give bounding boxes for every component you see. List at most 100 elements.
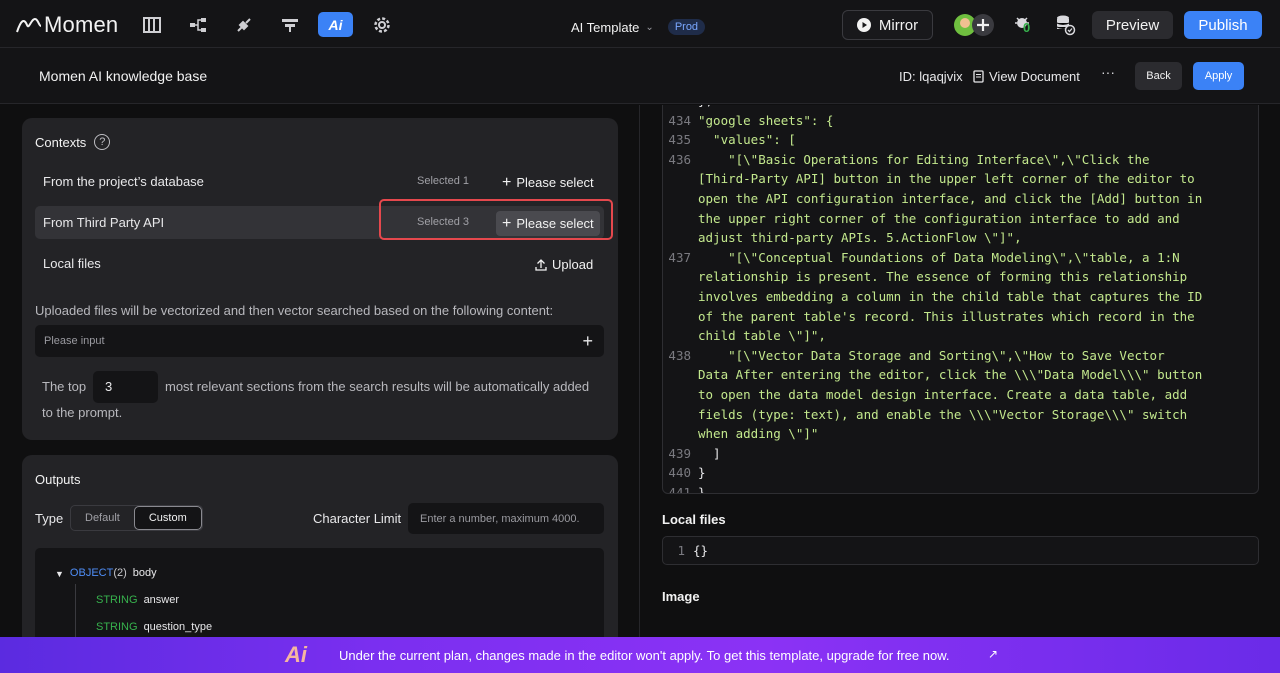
code-text: "[\"Vector Data Storage and Sorting\",\"… — [698, 347, 1165, 363]
image-title: Image — [662, 589, 700, 604]
upload-icon — [535, 258, 547, 271]
line-number: 440 — [668, 465, 691, 481]
code-text: [Third-Party API] button in the upper le… — [698, 171, 1195, 187]
context-label: Local files — [43, 256, 101, 271]
code-text: fields (type: text), and enable the \\\"… — [698, 406, 1188, 422]
notification-count: 0 — [1023, 20, 1031, 35]
data-model-icon[interactable] — [180, 12, 215, 37]
node-name: body — [132, 567, 157, 579]
input-placeholder: Please input — [44, 335, 105, 347]
topn-suffix: most relevant sections from the search r… — [165, 379, 590, 394]
play-icon — [856, 18, 871, 32]
code-text: open the API configuration interface, an… — [698, 191, 1203, 206]
context-row-database: From the project’s database Selected 1 +… — [35, 165, 604, 198]
code-text: ] — [698, 445, 721, 461]
momen-logo[interactable]: Momen — [16, 12, 118, 38]
local-files-editor[interactable]: 1 {} — [662, 536, 1259, 565]
template-id: ID: lqaqjvix — [899, 69, 963, 84]
mirror-label: Mirror — [878, 16, 919, 34]
code-text: of the parent table's record. This illus… — [698, 308, 1195, 324]
contexts-title-text: Contexts — [35, 134, 87, 150]
type-option-default[interactable]: Default — [71, 506, 134, 530]
node-name: question_type — [143, 621, 213, 633]
upload-button[interactable]: Upload — [529, 252, 599, 277]
view-document-link[interactable]: View Document — [973, 69, 1080, 84]
vector-hint: Uploaded files will be vectorized and th… — [35, 303, 554, 318]
line-number: 437 — [668, 249, 691, 265]
selected-count: Selected 1 — [417, 175, 469, 187]
pages-icon[interactable] — [134, 12, 169, 37]
line-number: 434 — [668, 112, 691, 128]
topn-prefix: The top — [42, 379, 87, 394]
collaborators[interactable] — [953, 13, 995, 37]
line-number: 439 — [668, 445, 691, 461]
code-text: when adding \"]" — [698, 426, 819, 442]
line-number: 436 — [668, 151, 691, 167]
code-text: "[\"Basic Operations for Editing Interfa… — [698, 151, 1150, 167]
tree-node[interactable]: STRING question_type — [96, 621, 212, 633]
line-number: 435 — [668, 132, 691, 148]
config-panel[interactable]: Contexts ? From the project’s database S… — [0, 105, 640, 637]
context-json-editor[interactable]: }, 434 "google sheets": {435 "values": [43… — [662, 105, 1259, 494]
plus-icon: + — [502, 173, 512, 191]
top-bar: Momen Ai AI Template ⌄ Prod Mirror 0 Pre… — [0, 0, 1280, 48]
please-select-label: Please select — [516, 175, 594, 190]
page-title: Momen AI knowledge base — [39, 68, 208, 84]
node-name: answer — [143, 594, 180, 606]
tree-node[interactable]: STRING answer — [96, 594, 179, 606]
code-text: involves embedding a column in the child… — [698, 289, 1203, 304]
actionflow-icon[interactable] — [272, 12, 307, 37]
char-limit-label: Character Limit — [313, 511, 402, 526]
preview-panel[interactable]: }, 434 "google sheets": {435 "values": [43… — [641, 105, 1280, 637]
view-document-label: View Document — [989, 69, 1080, 84]
local-files-title: Local files — [662, 512, 726, 527]
editor-nav: Ai — [134, 12, 399, 37]
search-content-input[interactable]: Please input + — [35, 325, 604, 357]
code-text: child table \"]", — [698, 328, 826, 344]
tree-guide-line — [75, 584, 76, 637]
apply-button[interactable]: Apply — [1193, 62, 1244, 90]
topn-suffix-2: to the prompt. — [42, 405, 123, 420]
publish-button[interactable]: Publish — [1184, 11, 1262, 39]
debug-bug-icon[interactable]: 0 — [1013, 14, 1035, 36]
type-option-custom[interactable]: Custom — [133, 506, 202, 530]
template-selector[interactable]: AI Template ⌄ Prod — [571, 19, 706, 35]
database-status-icon[interactable] — [1054, 14, 1076, 36]
code-text: } — [698, 465, 706, 481]
local-files-value: {} — [693, 543, 709, 558]
settings-gear-icon[interactable] — [364, 12, 399, 37]
code-text: to open the data model design interface.… — [698, 387, 1188, 402]
help-icon[interactable]: ? — [94, 134, 111, 150]
code-text: adjust third-party APIs. 5.ActionFlow \"… — [698, 230, 1022, 246]
mirror-button[interactable]: Mirror — [842, 10, 933, 40]
env-badge: Prod — [667, 19, 706, 35]
line-number: 438 — [668, 347, 691, 363]
caret-down-icon[interactable]: ▼ — [55, 569, 64, 579]
back-button[interactable]: Back — [1135, 62, 1182, 90]
code-text: }, — [698, 105, 713, 108]
ai-icon[interactable]: Ai — [318, 12, 353, 37]
upgrade-banner[interactable]: Ai Under the current plan, changes made … — [0, 637, 1280, 673]
type-label: Type — [35, 511, 64, 526]
tree-node-root[interactable]: ▼ OBJECT(2) body — [55, 567, 157, 579]
add-icon[interactable]: + — [582, 331, 593, 352]
document-icon — [973, 70, 984, 83]
upload-label: Upload — [552, 257, 594, 272]
contexts-title: Contexts ? — [35, 134, 111, 150]
more-options-icon[interactable]: ··· — [1101, 64, 1115, 80]
outputs-title: Outputs — [35, 472, 81, 487]
external-link-icon[interactable]: ↗ — [988, 647, 998, 661]
momen-logo-icon — [16, 17, 42, 33]
node-type: STRING — [96, 621, 138, 633]
node-type: STRING — [96, 594, 138, 606]
code-text: the upper right corner of the configurat… — [698, 210, 1180, 226]
topn-input[interactable]: 3 — [93, 371, 158, 403]
context-row-local-files: Local files Upload — [35, 247, 604, 280]
highlight-box — [379, 199, 613, 240]
line-number: 441 — [668, 485, 691, 494]
preview-button[interactable]: Preview — [1092, 11, 1173, 39]
context-label: From Third Party API — [43, 215, 165, 230]
api-plug-icon[interactable] — [226, 12, 261, 37]
please-select-button[interactable]: + Please select — [496, 170, 600, 195]
char-limit-input[interactable]: Enter a number, maximum 4000. — [408, 503, 604, 534]
